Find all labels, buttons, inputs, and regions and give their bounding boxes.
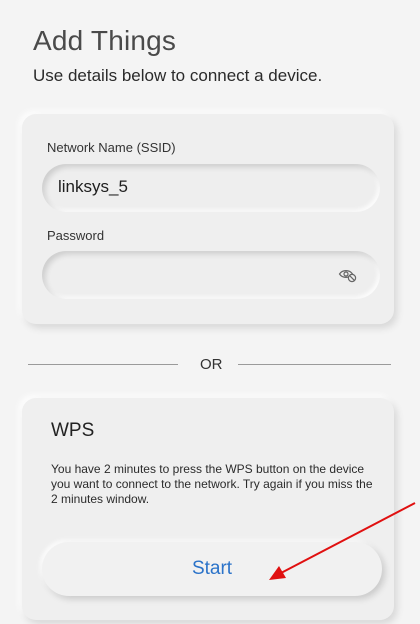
password-label: Password xyxy=(47,228,105,243)
wps-title: WPS xyxy=(51,420,95,441)
divider-label: OR xyxy=(200,356,223,373)
divider-line-left xyxy=(28,364,178,365)
eye-slash-icon[interactable] xyxy=(338,266,358,284)
divider-line-right xyxy=(238,364,391,365)
wps-card: WPS You have 2 minutes to press the WPS … xyxy=(22,398,394,620)
start-button[interactable]: Start xyxy=(42,542,382,596)
wps-description: You have 2 minutes to press the WPS butt… xyxy=(51,462,373,506)
ssid-label: Network Name (SSID) xyxy=(47,140,176,155)
page-subtitle: Use details below to connect a device. xyxy=(33,66,323,85)
password-field[interactable] xyxy=(42,251,380,299)
ssid-value: linksys_5 xyxy=(58,177,128,196)
network-card: Network Name (SSID) linksys_5 Password xyxy=(22,114,394,324)
or-divider: OR xyxy=(0,354,420,376)
ssid-field[interactable]: linksys_5 xyxy=(42,164,380,212)
page-title: Add Things xyxy=(33,25,177,56)
